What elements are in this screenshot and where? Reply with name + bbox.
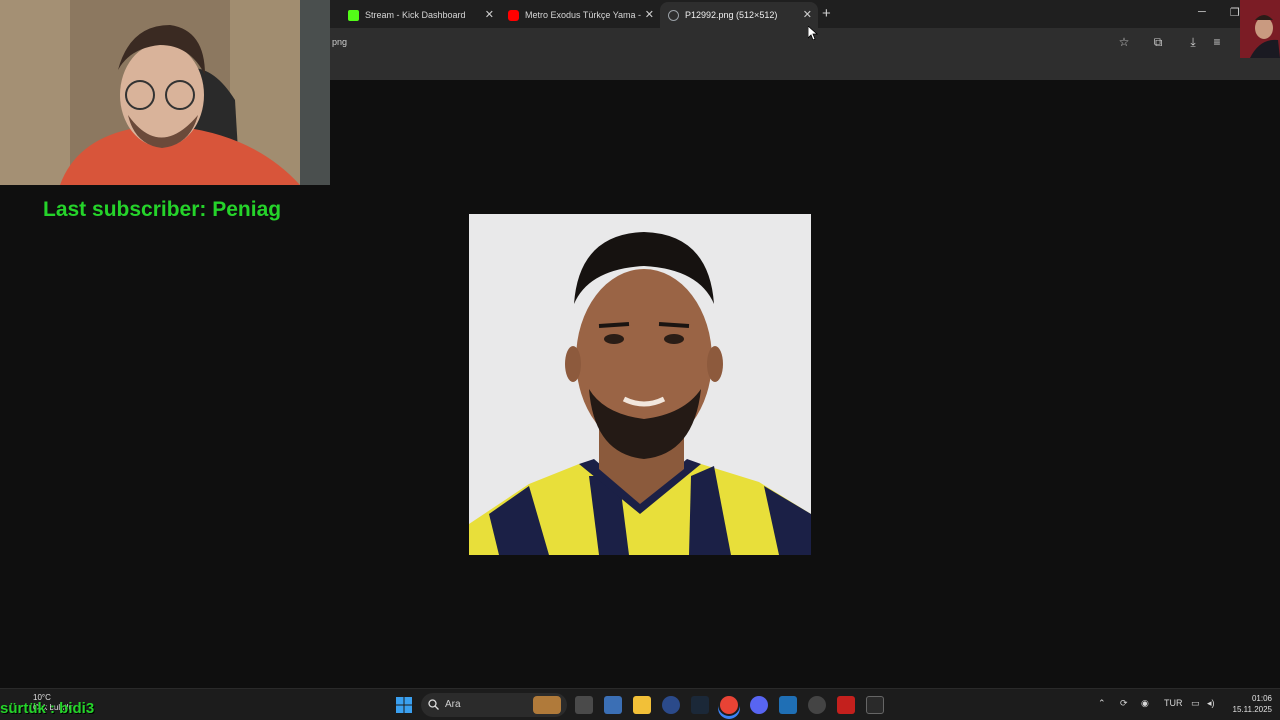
clock-date: 15.11.2025 — [1232, 705, 1272, 714]
lightning-app-icon[interactable] — [837, 696, 855, 714]
screen: Stream - Kick Dashboard ✕ Metro Exodus T… — [0, 0, 1280, 720]
restore-icon[interactable]: ❐ — [1230, 6, 1240, 19]
tab-kick-dashboard[interactable]: Stream - Kick Dashboard ✕ — [340, 2, 500, 28]
tab-title: Stream - Kick Dashboard — [365, 10, 466, 20]
extensions-icon[interactable]: ⧉ — [1150, 34, 1166, 50]
secondary-camera-thumbnail — [1240, 0, 1280, 58]
chevron-up-icon[interactable]: ⌃ — [1098, 698, 1106, 709]
obs-icon[interactable] — [808, 696, 826, 714]
youtube-icon — [508, 9, 519, 21]
file-explorer-icon[interactable] — [633, 696, 651, 714]
windows-start-icon[interactable] — [395, 696, 413, 714]
sync-icon[interactable]: ⟳ — [1120, 698, 1128, 709]
chrome-icon[interactable] — [720, 696, 738, 714]
tab-title: P12992.png (512×512) — [685, 10, 778, 20]
tab-image-active[interactable]: P12992.png (512×512) ✕ — [660, 2, 818, 28]
mouse-cursor-icon — [808, 26, 818, 40]
steam-icon[interactable] — [691, 696, 709, 714]
bookmarks-bar — [330, 56, 1280, 80]
viewed-image — [469, 214, 811, 555]
search-icon — [428, 699, 439, 710]
new-tab-button[interactable]: + — [822, 5, 831, 22]
taskbar: 10°C Çok bulutlu Ara ⌃ ⟳ ◉ TUR ▭ ◂) 01:0… — [0, 688, 1280, 720]
minimize-icon[interactable]: ─ — [1198, 6, 1206, 18]
tab-strip: Stream - Kick Dashboard ✕ Metro Exodus T… — [330, 0, 1280, 28]
close-icon[interactable]: ✕ — [803, 8, 812, 22]
microphone-icon[interactable]: ◉ — [1141, 698, 1149, 709]
url-text[interactable]: png — [332, 37, 347, 47]
tab-title: Metro Exodus Türkçe Yama - Yo — [525, 10, 643, 20]
webcam-overlay — [0, 0, 330, 185]
epic-games-icon[interactable] — [866, 696, 884, 714]
bookmark-star-icon[interactable]: ☆ — [1116, 34, 1132, 50]
globe-icon — [668, 9, 679, 21]
task-view-icon[interactable] — [575, 696, 593, 714]
network-icon[interactable]: ▭ — [1191, 698, 1200, 709]
clock-time: 01:06 — [1251, 694, 1272, 703]
calculator-icon[interactable] — [604, 696, 622, 714]
discord-icon[interactable] — [750, 696, 768, 714]
media-control-icon[interactable]: ≡ — [1209, 34, 1225, 50]
app-icon[interactable] — [662, 696, 680, 714]
last-subscriber-label: Last subscriber: Peniag — [43, 198, 282, 221]
search-highlight-icon — [533, 696, 561, 714]
volume-icon[interactable]: ◂) — [1207, 698, 1215, 709]
photos-icon[interactable] — [779, 696, 797, 714]
download-icon[interactable]: ⤓ — [1185, 34, 1201, 50]
address-bar: png ☆ ⧉ ⤓ ≡ — [330, 28, 1280, 56]
close-icon[interactable]: ✕ — [645, 8, 654, 22]
close-icon[interactable]: ✕ — [485, 8, 494, 22]
search-placeholder: Ara — [445, 699, 461, 710]
clock[interactable]: 01:06 15.11.2025 — [1222, 693, 1272, 715]
kick-logo-icon — [348, 9, 359, 21]
chat-overlay-text: sürtük : bidi3 — [0, 700, 95, 717]
taskbar-search[interactable]: Ara — [421, 693, 567, 717]
tab-metro-exodus[interactable]: Metro Exodus Türkçe Yama - Yo ✕ — [500, 2, 660, 28]
language-indicator[interactable]: TUR — [1164, 698, 1183, 708]
